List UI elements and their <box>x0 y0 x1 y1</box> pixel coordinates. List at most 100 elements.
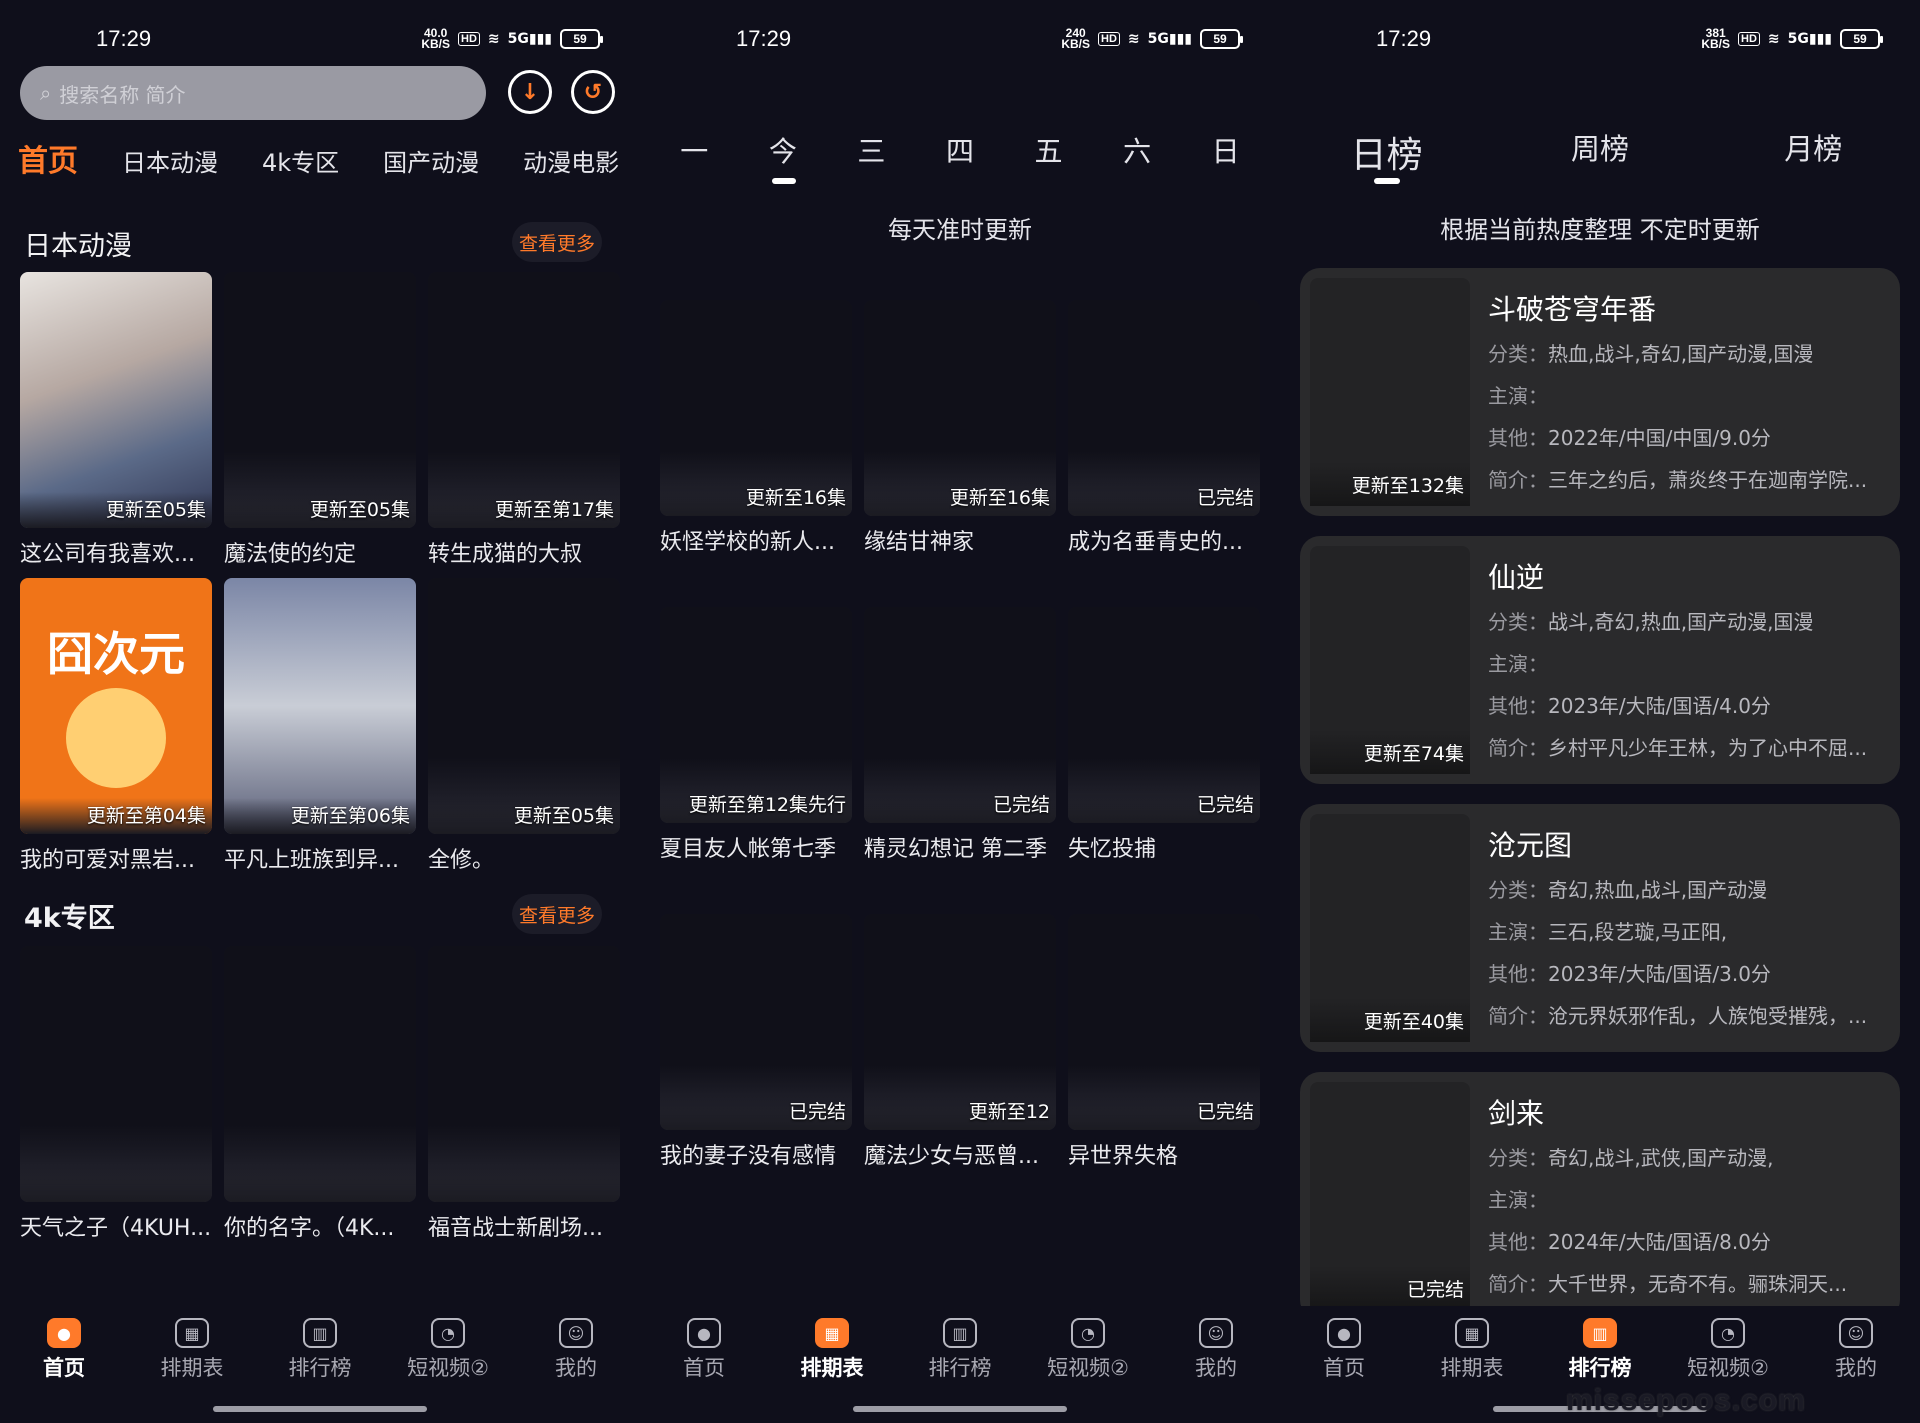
tab-chinese-anime[interactable]: 国产动漫 <box>383 143 479 178</box>
anime-card[interactable]: 福音战士新剧场... <box>428 946 620 1242</box>
nav-ranking[interactable]: ▥ 排行榜 <box>1536 1318 1664 1388</box>
nav-profile[interactable]: ☺ 我的 <box>512 1318 640 1388</box>
tab-4k[interactable]: 4k专区 <box>262 143 339 178</box>
download-icon[interactable]: ↓ <box>508 70 552 114</box>
video-icon: ◔ <box>1711 1318 1745 1348</box>
hd-icon: HD <box>1738 32 1760 46</box>
anime-card[interactable]: 已完结 成为名垂青史的... <box>1068 300 1260 556</box>
tab-thursday[interactable]: 四 <box>935 130 985 170</box>
hd-icon: HD <box>1098 32 1120 46</box>
poster-image <box>20 946 212 1202</box>
card-intro: 简介：乡村平凡少年王林，为了心中不屈... <box>1488 736 1868 760</box>
status-bar: 17:29 240 KB/S HD ≋ 5G▮▮▮ 59 <box>640 0 1280 80</box>
card-title: 你的名字。（4K... <box>224 1216 395 1241</box>
history-icon[interactable]: ↺ <box>571 70 615 114</box>
nav-home[interactable]: ● 首页 <box>0 1318 128 1388</box>
tab-sunday[interactable]: 日 <box>1201 130 1251 170</box>
nav-home[interactable]: ● 首页 <box>640 1318 768 1388</box>
nav-short-video[interactable]: ◔ 短视频② <box>1024 1318 1152 1388</box>
card-title: 精灵幻想记 第二季 <box>864 837 1047 862</box>
tab-weekly[interactable]: 周榜 <box>1555 126 1645 178</box>
anime-card[interactable]: 已完结精灵幻想记 第二季 <box>864 607 1056 863</box>
anime-card[interactable]: 更新至05集 这公司有我喜欢... <box>20 272 212 568</box>
poster-image: 已完结 <box>1068 607 1260 823</box>
card-other: 其他：2022年/中国/中国/9.0分 <box>1488 426 1771 450</box>
poster-image: 更新至12 <box>864 914 1056 1130</box>
nav-ranking[interactable]: ▥ 排行榜 <box>896 1318 1024 1388</box>
nav-ranking[interactable]: ▥ 排行榜 <box>256 1318 384 1388</box>
net-speed: 381 KB/S <box>1701 26 1731 51</box>
nav-schedule[interactable]: ▦ 排期表 <box>128 1318 256 1388</box>
calendar-icon: ▦ <box>1455 1318 1489 1348</box>
anime-card[interactable]: 已完结 失忆投捕 <box>1068 607 1260 863</box>
nav-profile[interactable]: ☺ 我的 <box>1792 1318 1920 1388</box>
status-bar: 17:29 381 KB/S HD ≋ 5G▮▮▮ 59 <box>1280 0 1920 80</box>
tab-saturday[interactable]: 六 <box>1112 130 1162 170</box>
nav-short-video[interactable]: ◔ 短视频② <box>1664 1318 1792 1388</box>
tab-japanese-anime[interactable]: 日本动漫 <box>122 143 218 178</box>
anime-card[interactable]: 更新至05集 魔法使的约定 <box>224 272 416 568</box>
poster-image: 已完结 <box>1068 914 1260 1130</box>
ranking-tabs: 日榜 周榜 月榜 <box>1280 126 1920 184</box>
anime-card[interactable]: 更新至05集 全修。 <box>428 578 620 874</box>
anime-card[interactable]: 更新至12 魔法少女与恶曾... <box>864 914 1056 1170</box>
search-placeholder: 搜索名称 简介 <box>59 82 186 107</box>
anime-card[interactable]: 你的名字。（4K... <box>224 946 416 1242</box>
card-title: 妖怪学校的新人... <box>660 530 835 555</box>
schedule-subtitle: 每天准时更新 <box>888 216 1032 244</box>
nav-schedule[interactable]: ▦ 排期表 <box>768 1318 896 1388</box>
view-more-button[interactable]: 查看更多 <box>512 894 602 934</box>
anime-card[interactable]: 更新至16集 缘结甘神家 <box>864 300 1056 556</box>
tab-friday[interactable]: 五 <box>1024 130 1074 170</box>
calendar-icon: ▦ <box>815 1318 849 1348</box>
nav-profile[interactable]: ☺ 我的 <box>1152 1318 1280 1388</box>
gesture-bar[interactable] <box>213 1406 427 1412</box>
tab-anime-movies[interactable]: 动漫电影 <box>523 143 619 178</box>
battery-icon: 59 <box>1840 29 1883 49</box>
nav-short-video[interactable]: ◔ 短视频② <box>384 1318 512 1388</box>
status-time: 17:29 <box>736 26 792 51</box>
view-more-button[interactable]: 查看更多 <box>512 222 602 262</box>
tab-daily[interactable]: 日榜 <box>1342 126 1432 184</box>
poster-image: 更新至74集 <box>1310 546 1470 774</box>
nav-schedule[interactable]: ▦ 排期表 <box>1408 1318 1536 1388</box>
card-title: 仙逆 <box>1488 561 1545 594</box>
card-title: 夏目友人帐第七季 <box>660 837 837 862</box>
anime-card[interactable]: 更新至第06集 平凡上班族到异... <box>224 578 416 874</box>
poster-image: 已完结 <box>864 607 1056 823</box>
ranking-card[interactable]: 更新至40集 沧元图 分类：奇幻,热血,战斗,国产动漫 主演：三石,段艺璇,马正… <box>1300 804 1900 1052</box>
anime-card[interactable]: 已完结 异世界失格 <box>1068 914 1260 1170</box>
poster-image: 更新至16集 <box>660 300 852 516</box>
nav-home[interactable]: ● 首页 <box>1280 1318 1408 1388</box>
gesture-bar[interactable] <box>853 1406 1067 1412</box>
anime-card[interactable]: 囧次元 更新至第04集 我的可爱对黑岩... <box>20 578 212 874</box>
ranking-card[interactable]: 更新至74集 仙逆 分类：战斗,奇幻,热血,国产动漫,国漫 主演： 其他：202… <box>1300 536 1900 784</box>
signal-icon: 5G▮▮▮ <box>507 31 552 47</box>
tab-home[interactable]: 首页 <box>18 136 78 180</box>
poster-image: 更新至05集 <box>224 272 416 528</box>
card-other: 其他：2024年/大陆/国语/8.0分 <box>1488 1230 1771 1254</box>
search-input[interactable]: ⌕ 搜索名称 简介 <box>20 66 486 120</box>
poster-image: 更新至第12集先行 <box>660 607 852 823</box>
card-category: 分类：战斗,奇幻,热血,国产动漫,国漫 <box>1488 610 1814 634</box>
tab-monthly[interactable]: 月榜 <box>1768 126 1858 178</box>
tab-monday[interactable]: 一 <box>669 130 719 170</box>
card-cast: 主演： <box>1488 652 1548 676</box>
card-title: 失忆投捕 <box>1068 837 1157 862</box>
card-title: 斗破苍穹年番 <box>1488 293 1657 326</box>
anime-card[interactable]: 更新至第12集先行夏目友人帐第七季 <box>660 607 852 863</box>
anime-card[interactable]: 更新至第17集 转生成猫的大叔 <box>428 272 620 568</box>
poster-image: 已完结 <box>660 914 852 1130</box>
ranking-card[interactable]: 更新至132集 斗破苍穹年番 分类：热血,战斗,奇幻,国产动漫,国漫 主演： 其… <box>1300 268 1900 516</box>
wifi-icon: ≋ <box>1127 31 1140 47</box>
anime-card[interactable]: 天气之子（4KUH... <box>20 946 212 1242</box>
tab-today[interactable]: 今 <box>758 130 808 184</box>
tab-wednesday[interactable]: 三 <box>846 130 896 170</box>
card-title: 我的可爱对黑岩... <box>20 848 195 873</box>
card-intro: 简介：三年之约后，萧炎终于在迦南学院... <box>1488 468 1868 492</box>
poster-image: 囧次元 更新至第04集 <box>20 578 212 834</box>
ranking-card[interactable]: 已完结 剑来 分类：奇幻,战斗,武侠,国产动漫, 主演： 其他：2024年/大陆… <box>1300 1072 1900 1320</box>
anime-card[interactable]: 已完结 我的妻子没有感情 <box>660 914 852 1170</box>
anime-card[interactable]: 更新至16集妖怪学校的新人... <box>660 300 852 556</box>
card-other: 其他：2023年/大陆/国语/4.0分 <box>1488 694 1771 718</box>
